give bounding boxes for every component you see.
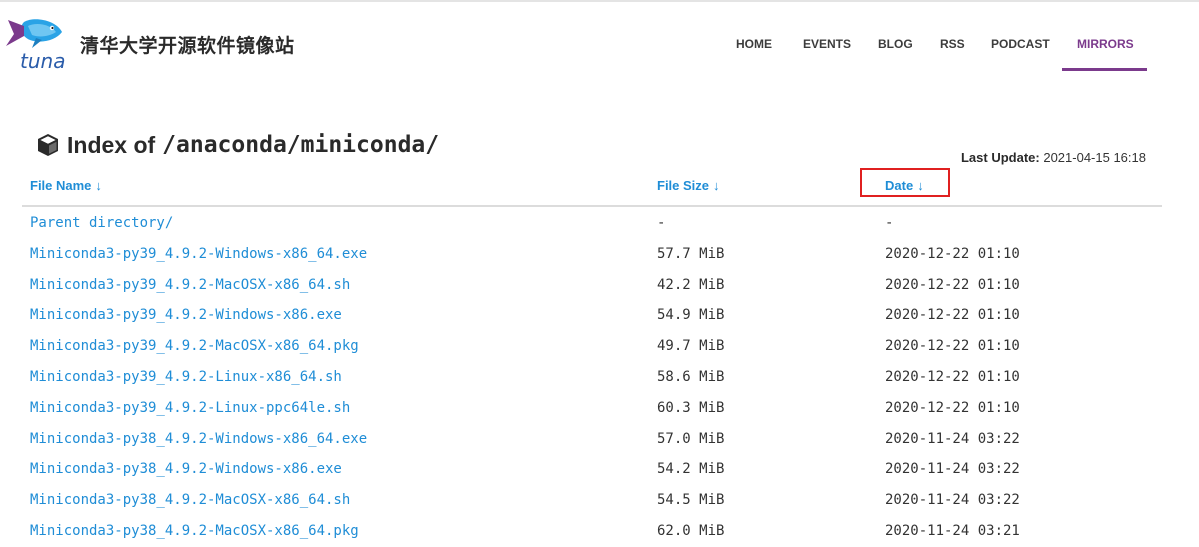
- table-row: Miniconda3-py39_4.9.2-MacOSX-x86_64.pkg …: [0, 331, 1199, 362]
- file-date: 2020-11-24 03:22: [885, 492, 1020, 509]
- nav-podcast[interactable]: PODCAST: [991, 37, 1050, 51]
- file-size: 54.5 MiB: [657, 492, 725, 509]
- file-size: 54.2 MiB: [657, 461, 725, 478]
- file-size: -: [657, 215, 666, 231]
- file-link[interactable]: Miniconda3-py38_4.9.2-Windows-x86_64.exe: [30, 431, 367, 447]
- file-link[interactable]: Miniconda3-py38_4.9.2-MacOSX-x86_64.sh: [30, 492, 350, 508]
- file-date: 2020-12-22 01:10: [885, 276, 1020, 293]
- file-date: -: [885, 215, 894, 231]
- file-date: 2020-12-22 01:10: [885, 338, 1020, 355]
- sort-by-file-size[interactable]: File Size ↓: [657, 178, 720, 193]
- nav-active-indicator: [1062, 68, 1147, 71]
- file-date: 2020-11-24 03:21: [885, 522, 1020, 539]
- file-date: 2020-12-22 01:10: [885, 368, 1020, 385]
- sort-arrow-icon: ↓: [95, 178, 102, 193]
- file-date: 2020-11-24 03:22: [885, 430, 1020, 447]
- file-date: 2020-12-22 01:10: [885, 399, 1020, 416]
- sort-arrow-icon: ↓: [713, 178, 720, 193]
- table-row: Miniconda3-py38_4.9.2-MacOSX-x86_64.pkg …: [0, 516, 1199, 547]
- file-size: 58.6 MiB: [657, 368, 725, 385]
- file-size: 49.7 MiB: [657, 338, 725, 355]
- table-row: Parent directory/ - -: [0, 208, 1199, 239]
- last-update: Last Update: 2021-04-15 16:18: [961, 150, 1146, 165]
- table-row: Miniconda3-py38_4.9.2-Windows-x86.exe 54…: [0, 454, 1199, 485]
- table-row: Miniconda3-py38_4.9.2-Windows-x86_64.exe…: [0, 424, 1199, 455]
- table-row: Miniconda3-py39_4.9.2-Linux-x86_64.sh 58…: [0, 362, 1199, 393]
- heading-prefix: Index of: [67, 131, 156, 158]
- file-link[interactable]: Miniconda3-py39_4.9.2-MacOSX-x86_64.sh: [30, 277, 350, 293]
- file-link[interactable]: Miniconda3-py38_4.9.2-MacOSX-x86_64.pkg: [30, 523, 359, 539]
- file-size: 62.0 MiB: [657, 522, 725, 539]
- table-row: Miniconda3-py39_4.9.2-Windows-x86.exe 54…: [0, 300, 1199, 331]
- logo-text: tuna: [20, 49, 65, 73]
- parent-directory-link[interactable]: Parent directory/: [30, 215, 173, 231]
- table-row: Miniconda3-py39_4.9.2-Linux-ppc64le.sh 6…: [0, 393, 1199, 424]
- file-link[interactable]: Miniconda3-py39_4.9.2-Linux-ppc64le.sh: [30, 400, 350, 416]
- last-update-label: Last Update:: [960, 150, 1040, 165]
- file-link[interactable]: Miniconda3-py39_4.9.2-Windows-x86.exe: [30, 307, 342, 323]
- nav-mirrors[interactable]: MIRRORS: [1077, 37, 1134, 51]
- top-border: [0, 0, 1199, 2]
- nav-blog[interactable]: BLOG: [878, 37, 913, 51]
- file-size: 57.7 MiB: [657, 245, 725, 262]
- cube-icon: [38, 134, 58, 156]
- file-size: 42.2 MiB: [657, 276, 725, 293]
- highlight-annotation-box: [860, 168, 950, 197]
- table-row: Miniconda3-py39_4.9.2-Windows-x86_64.exe…: [0, 239, 1199, 270]
- heading-path: /anaconda/miniconda/: [162, 132, 440, 158]
- file-size: 57.0 MiB: [657, 430, 725, 447]
- last-update-value: 2021-04-15 16:18: [1043, 150, 1146, 165]
- table-header-divider: [22, 205, 1162, 207]
- nav-rss[interactable]: RSS: [940, 37, 965, 51]
- sort-by-file-name[interactable]: File Name ↓: [30, 178, 102, 193]
- page-title: Index of /anaconda/miniconda/: [36, 128, 439, 162]
- file-list: Parent directory/ - - Miniconda3-py39_4.…: [0, 208, 1199, 547]
- file-date: 2020-12-22 01:10: [885, 307, 1020, 324]
- file-link[interactable]: Miniconda3-py39_4.9.2-MacOSX-x86_64.pkg: [30, 338, 359, 354]
- file-link[interactable]: Miniconda3-py38_4.9.2-Windows-x86.exe: [30, 461, 342, 477]
- column-label: File Size: [657, 178, 710, 193]
- site-title[interactable]: 清华大学开源软件镜像站: [80, 31, 295, 58]
- column-label: File Name: [30, 178, 92, 193]
- file-date: 2020-11-24 03:22: [885, 461, 1020, 478]
- table-row: Miniconda3-py38_4.9.2-MacOSX-x86_64.sh 5…: [0, 485, 1199, 516]
- file-link[interactable]: Miniconda3-py39_4.9.2-Windows-x86_64.exe: [30, 246, 367, 262]
- tuna-logo-icon[interactable]: tuna: [6, 18, 76, 74]
- nav-events[interactable]: EVENTS: [803, 37, 851, 51]
- file-size: 54.9 MiB: [657, 307, 725, 324]
- nav-home[interactable]: HOME: [736, 37, 772, 51]
- file-size: 60.3 MiB: [657, 399, 725, 416]
- file-link[interactable]: Miniconda3-py39_4.9.2-Linux-x86_64.sh: [30, 369, 342, 385]
- table-row: Miniconda3-py39_4.9.2-MacOSX-x86_64.sh 4…: [0, 270, 1199, 301]
- file-date: 2020-12-22 01:10: [885, 245, 1020, 262]
